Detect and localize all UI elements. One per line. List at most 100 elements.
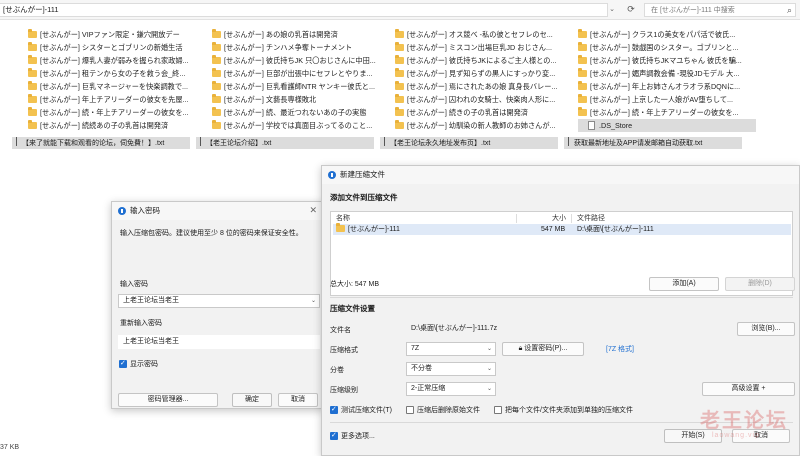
browse-button[interactable]: 浏览(B)... bbox=[737, 322, 795, 336]
chevron-down-icon[interactable]: ⌄ bbox=[311, 295, 316, 307]
repeat-password-label: 重新输入密码 bbox=[120, 320, 162, 327]
folder-item[interactable]: [せぶんがー] 租テンから女の子を救う会_終... bbox=[28, 67, 206, 80]
file-list-row[interactable]: [せぶんがー]-111 547 MB D:\桌面\[せぶんがー]-111 bbox=[333, 223, 791, 235]
folder-icon bbox=[28, 94, 37, 103]
folder-icon bbox=[28, 81, 37, 90]
close-icon[interactable]: ✕ bbox=[309, 205, 317, 216]
folder-item[interactable]: [せぶんがー] 文藝長専様敗北 bbox=[212, 93, 390, 106]
folder-icon bbox=[28, 42, 37, 51]
format-link[interactable]: [7Z 格式] bbox=[606, 345, 634, 354]
set-password-label: 设置密码(P)... bbox=[524, 345, 568, 352]
folder-item[interactable]: [せぶんがー] 鼓戯国のシスター。ゴブリンと... bbox=[578, 41, 756, 54]
folder-item[interactable]: [せぶんがー] 巨乳看護師NTR ヤンキー彼氏と... bbox=[212, 80, 390, 93]
folder-item[interactable]: [せぶんがー] 学校では真面目ぶってるのこと... bbox=[212, 119, 390, 132]
txt-file-item[interactable]: 获取最新地址及APP请发邮箱自动获取.txt bbox=[564, 137, 742, 149]
add-button[interactable]: 添加(A) bbox=[649, 277, 719, 291]
level-label: 压缩级别 bbox=[330, 387, 358, 394]
folder-item[interactable]: [せぶんがー] 彼氏持ちJK 只〇おじさんに中田... bbox=[212, 54, 390, 67]
txt-file-item[interactable]: 【老王论坛永久地址发布页】.txt bbox=[380, 137, 558, 149]
folder-icon bbox=[395, 94, 404, 103]
folder-icon bbox=[395, 107, 404, 116]
text-file-icon bbox=[16, 137, 17, 146]
folder-item[interactable]: [せぶんがー] 彼氏持ちJKによるご主人様との... bbox=[395, 54, 573, 67]
chevron-down-icon: ⌄ bbox=[486, 366, 492, 372]
folder-item[interactable]: [せぶんがー] 続きの子の乳首は開発済 bbox=[395, 106, 573, 119]
show-password-checkbox[interactable] bbox=[119, 359, 127, 368]
search-input[interactable]: 在 [せぶんがー]-111 中搜索 ⌕ bbox=[644, 3, 796, 17]
level-select[interactable]: 2-正常压缩 ⌄ bbox=[406, 382, 496, 396]
file-row: [せぶんがー] 年上チアリーダーの彼女を先屋... [せぶんがー] 文藝長専様敗… bbox=[0, 93, 800, 106]
total-size: 总大小: 547 MB bbox=[330, 281, 380, 288]
folder-item[interactable]: [せぶんがー] シスターとゴブリンの新婚生活 bbox=[28, 41, 206, 54]
address-bar: [せぶんがー]-111 ⌄ ⟳ 在 [せぶんがー]-111 中搜索 ⌕ bbox=[0, 0, 800, 20]
folder-item[interactable]: [せぶんがー] あの娘の乳首は開発済 bbox=[212, 28, 390, 41]
folder-item[interactable]: [せぶんがー] 囚われの女騎士、快楽肉人形に... bbox=[395, 93, 573, 106]
folder-icon bbox=[28, 107, 37, 116]
folder-item[interactable]: [せぶんがー] 上京した一人娘がAV堕ちして... bbox=[578, 93, 756, 106]
txt-file-row: 【来了就能下载和观看的论坛，伺免費！】.txt 【老王论坛介绍】.txt 【老王… bbox=[0, 137, 800, 149]
folder-item[interactable]: [せぶんがー] 見ず知らずの黒人にすっかり変... bbox=[395, 67, 573, 80]
password-dialog: 输入密码 ✕ 输入压缩包密码。建议使用至少 8 位的密码来保证安全性。 输入密码… bbox=[111, 201, 324, 409]
level-value: 2-正常压缩 bbox=[411, 385, 446, 392]
folder-item[interactable]: [せぶんがー] 媚声調教会備 -現役JDモデル 大... bbox=[578, 67, 756, 80]
cancel-button[interactable]: 取消 bbox=[278, 393, 318, 407]
dialog-title: 输入密码 bbox=[130, 206, 160, 215]
file-item-ds-store[interactable]: .DS_Store bbox=[578, 119, 756, 132]
divider bbox=[330, 297, 793, 298]
file-name-input[interactable]: D:\桌面\[せぶんがー]-111.7z bbox=[406, 322, 726, 336]
address-path[interactable]: [せぶんがー]-111 bbox=[0, 3, 608, 17]
folder-item[interactable]: [せぶんがー] 巨部が出張中にセフレとやりま... bbox=[212, 67, 390, 80]
folder-item[interactable]: [せぶんがー] 巨乳マネージャーを快楽調教で... bbox=[28, 80, 206, 93]
file-row: [せぶんがー] 巨乳マネージャーを快楽調教で... [せぶんがー] 巨乳看護師N… bbox=[0, 80, 800, 93]
folder-item[interactable]: [せぶんがー] 続、最近つれないあの子の実態 bbox=[212, 106, 390, 119]
split-select[interactable]: 不分卷 ⌄ bbox=[406, 362, 496, 376]
test-archive-checkbox[interactable] bbox=[330, 405, 338, 414]
folder-icon bbox=[395, 29, 404, 38]
more-options-checkbox[interactable] bbox=[330, 431, 338, 440]
folder-item[interactable]: [せぶんがー] 年上チアリーダーの彼女を先屋... bbox=[28, 93, 206, 106]
set-password-button[interactable]: 🔒︎ 设置密码(P)... bbox=[502, 342, 584, 356]
separate-archives-checkbox[interactable] bbox=[494, 406, 502, 414]
folder-item[interactable]: [せぶんがー] 続・年上チアリーダーの彼女を... bbox=[578, 106, 756, 119]
repeat-password-input[interactable]: 上老王论坛当老王 bbox=[118, 335, 320, 349]
delete-source-checkbox[interactable] bbox=[406, 406, 414, 414]
folder-item[interactable]: [せぶんがー] 幼馴染の新人教師のお姉さんが... bbox=[395, 119, 573, 132]
ok-button[interactable]: 确定 bbox=[232, 393, 272, 407]
folder-icon bbox=[28, 29, 37, 38]
show-password-label: 显示密码 bbox=[130, 361, 158, 368]
file-row: [せぶんがー] VIPファン限定・鎌穴開放デー [せぶんがー] あの娘の乳首は開… bbox=[0, 28, 800, 41]
folder-item[interactable]: [せぶんがー] 彼氏持ちJKマユちゃん 彼氏を騙... bbox=[578, 54, 756, 67]
folder-icon bbox=[336, 223, 348, 234]
folder-item[interactable]: [せぶんがー] 爆乳人妻が弱みを握られ家政婦... bbox=[28, 54, 206, 67]
folder-item[interactable]: [せぶんがー] 焉にされたあの娘 真身長バレー... bbox=[395, 80, 573, 93]
folder-item[interactable]: [せぶんがー] クラス1の美女をパパ活で彼氏... bbox=[578, 28, 756, 41]
refresh-icon[interactable]: ⟳ bbox=[624, 3, 638, 17]
app-icon bbox=[118, 207, 126, 215]
file-name-label: 文件名 bbox=[330, 327, 351, 334]
password-value: 上老王论坛当老王 bbox=[123, 297, 179, 304]
text-file-icon bbox=[568, 137, 569, 146]
txt-file-item[interactable]: 【来了就能下载和观看的论坛，伺免費！】.txt bbox=[12, 137, 190, 149]
folder-item[interactable]: [せぶんがー] 年上お姉さんオラオラ系DQNに... bbox=[578, 80, 756, 93]
folder-item[interactable]: [せぶんがー] チンハメ争奪トーナメント bbox=[212, 41, 390, 54]
chevron-down-icon[interactable]: ⌄ bbox=[606, 3, 618, 17]
column-header-size: 大小 bbox=[552, 215, 566, 222]
folder-item[interactable]: [せぶんがー] ミスコン出場巨乳JD おじさん... bbox=[395, 41, 573, 54]
folder-item[interactable]: [せぶんがー] 続続あの子の乳首は開発済 bbox=[28, 119, 206, 132]
folder-icon bbox=[578, 29, 587, 38]
folder-item[interactable]: [せぶんがー] オス競べ -私の彼とセフレのセ... bbox=[395, 28, 573, 41]
format-select[interactable]: 7Z ⌄ bbox=[406, 342, 496, 356]
folder-item[interactable]: [せぶんがー] VIPファン限定・鎌穴開放デー bbox=[28, 28, 206, 41]
password-manager-button[interactable]: 密码管理器... bbox=[118, 393, 218, 407]
status-size: 37 KB bbox=[0, 444, 20, 451]
lock-icon: 🔒︎ bbox=[518, 345, 523, 352]
folder-item[interactable]: [せぶんがー] 続・年上チアリーダーの彼女を... bbox=[28, 106, 206, 119]
advanced-settings-button[interactable]: 高级设置 + bbox=[702, 382, 795, 396]
watermark: 老王论坛 bbox=[700, 410, 788, 432]
file-row: [せぶんがー] 続・年上チアリーダーの彼女を... [せぶんがー] 続、最近つれ… bbox=[0, 106, 800, 119]
folder-icon bbox=[212, 81, 221, 90]
password-input[interactable]: 上老王论坛当老王 ⌄ bbox=[118, 294, 320, 308]
txt-file-item[interactable]: 【老王论坛介绍】.txt bbox=[196, 137, 374, 149]
file-list[interactable]: 名称 大小 文件路径 [せぶんがー]-111 547 MB D:\桌面\[せぶん… bbox=[330, 211, 793, 296]
remove-button[interactable]: 删除(D) bbox=[725, 277, 795, 291]
